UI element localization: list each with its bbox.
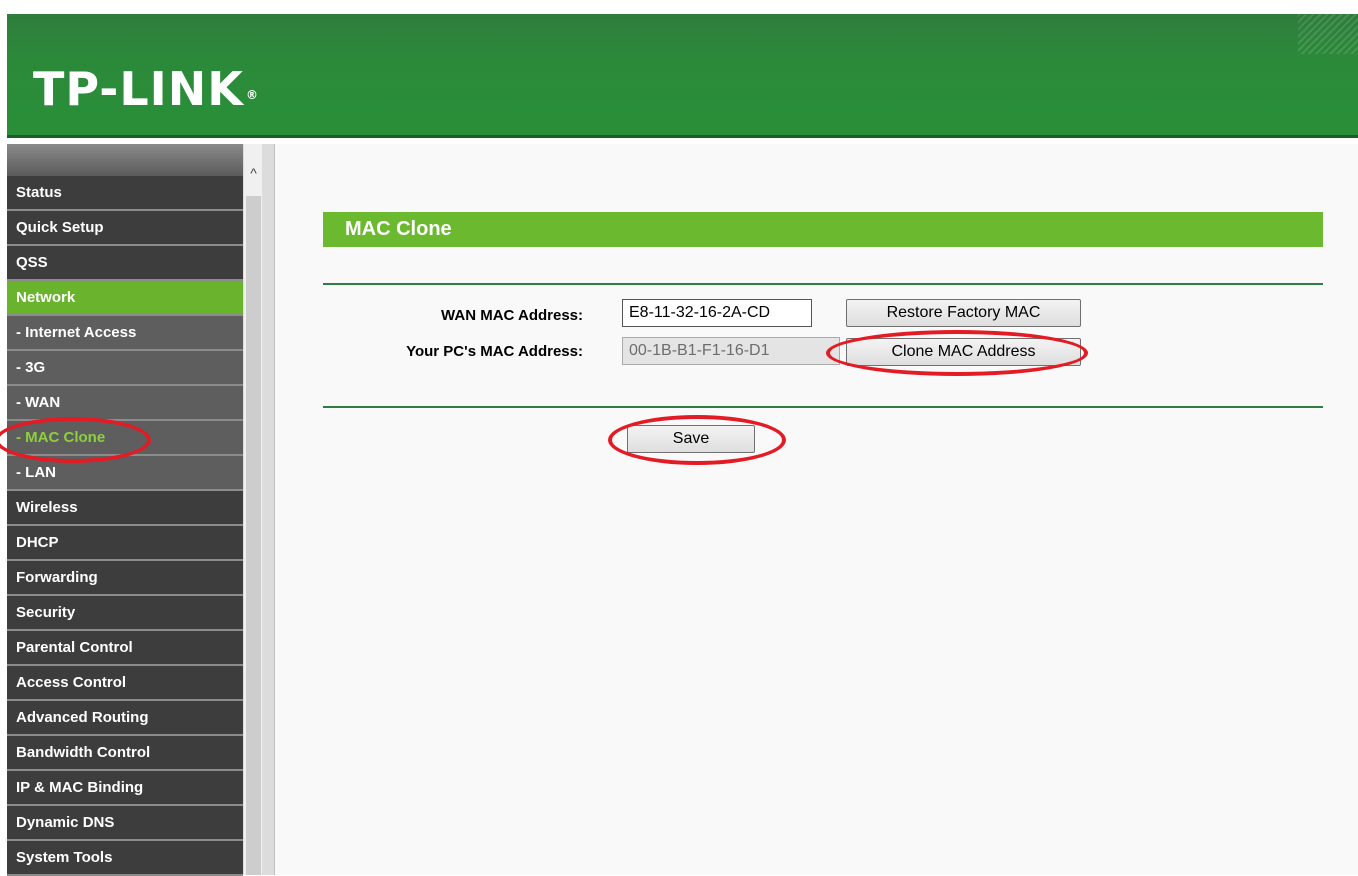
- page-title: MAC Clone: [323, 212, 1323, 247]
- restore-factory-mac-button[interactable]: Restore Factory MAC: [846, 299, 1081, 327]
- tp-link-logo: TP-LINK ®: [33, 62, 259, 116]
- scroll-up-arrow-icon[interactable]: ^: [244, 164, 263, 198]
- sidebar-item-3g[interactable]: - 3G: [7, 351, 243, 386]
- sidebar-item-status[interactable]: Status: [7, 176, 243, 211]
- pc-mac-input: 00-1B-B1-F1-16-D1: [622, 337, 840, 365]
- sidebar-item-forwarding[interactable]: Forwarding: [7, 561, 243, 596]
- divider-top: [323, 283, 1323, 285]
- sidebar-item-advanced-routing[interactable]: Advanced Routing: [7, 701, 243, 736]
- sidebar-item-system-tools[interactable]: System Tools: [7, 841, 243, 876]
- red-highlight-circle: [0, 417, 151, 463]
- sidebar-item-security[interactable]: Security: [7, 596, 243, 631]
- sidebar-item-wan[interactable]: - WAN: [7, 386, 243, 421]
- sidebar-item-bandwidth-control[interactable]: Bandwidth Control: [7, 736, 243, 771]
- scroll-thumb[interactable]: [246, 196, 261, 875]
- sidebar-menu: Status Quick Setup QSS Network - Interne…: [0, 144, 243, 876]
- header-banner: TP-LINK ®: [7, 14, 1358, 138]
- frame-divider: [262, 144, 275, 875]
- sidebar-item-wireless[interactable]: Wireless: [7, 491, 243, 526]
- pc-mac-label: Your PC's MAC Address:: [406, 343, 583, 360]
- clone-highlight-circle: [826, 330, 1088, 376]
- divider-bottom: [323, 406, 1323, 408]
- sidebar-item-internet-access[interactable]: - Internet Access: [7, 316, 243, 351]
- main-content: MAC Clone WAN MAC Address: E8-11-32-16-2…: [275, 144, 1358, 875]
- sidebar-item-mac-clone[interactable]: - MAC Clone: [0, 417, 243, 463]
- sidebar-item-quick-setup[interactable]: Quick Setup: [7, 211, 243, 246]
- wan-mac-input[interactable]: E8-11-32-16-2A-CD: [622, 299, 812, 327]
- sidebar-item-parental-control[interactable]: Parental Control: [7, 631, 243, 666]
- sidebar-item-qss[interactable]: QSS: [7, 246, 243, 281]
- save-highlight-circle: [608, 415, 786, 465]
- sidebar-item-dynamic-dns[interactable]: Dynamic DNS: [7, 806, 243, 841]
- sidebar-item-ip-mac-binding[interactable]: IP & MAC Binding: [7, 771, 243, 806]
- sidebar-top: [7, 144, 243, 176]
- sidebar-item-dhcp[interactable]: DHCP: [7, 526, 243, 561]
- header-decoration: [1298, 14, 1358, 54]
- sidebar-item-access-control[interactable]: Access Control: [7, 666, 243, 701]
- wan-mac-label: WAN MAC Address:: [441, 307, 583, 324]
- sidebar-scrollbar[interactable]: ^: [243, 144, 263, 875]
- sidebar-item-network[interactable]: Network: [7, 281, 243, 316]
